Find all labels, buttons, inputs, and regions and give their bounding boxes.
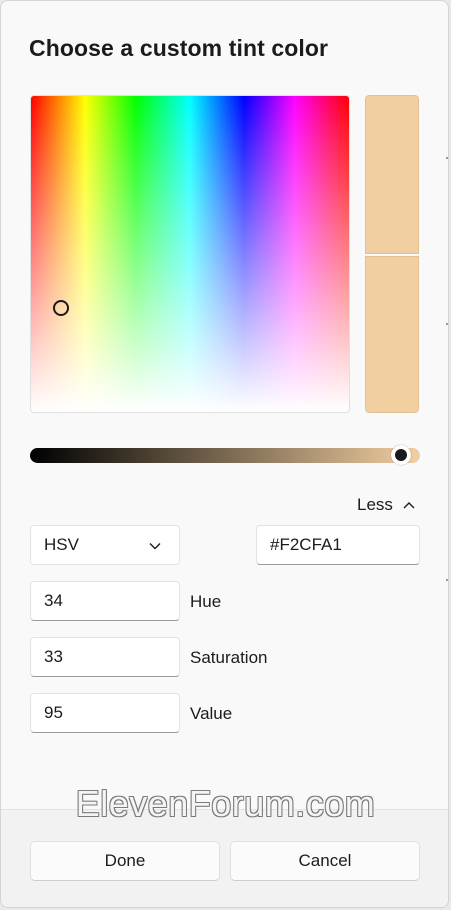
color-preview: [365, 95, 419, 413]
hue-input[interactable]: 34: [30, 581, 180, 621]
more-less-toggle[interactable]: Less: [357, 493, 415, 517]
hue-input-value: 34: [44, 591, 63, 610]
hue-label: Hue: [190, 592, 222, 611]
previous-color-swatch: [365, 256, 419, 413]
edge-mark: [446, 323, 448, 325]
value-input-value: 95: [44, 703, 63, 722]
saturation-input-value: 33: [44, 647, 63, 666]
value-input[interactable]: 95: [30, 693, 180, 733]
hex-input-value: #F2CFA1: [270, 535, 342, 554]
value-slider-track[interactable]: [30, 448, 420, 463]
dialog-footer: Done Cancel: [1, 809, 448, 907]
new-color-swatch: [365, 95, 419, 254]
cancel-button[interactable]: Cancel: [230, 841, 420, 881]
toggle-label: Less: [357, 495, 393, 514]
chevron-up-icon: [403, 501, 415, 509]
hex-input[interactable]: #F2CFA1: [256, 525, 420, 565]
spectrum-selector-handle[interactable]: [53, 299, 70, 316]
color-model-selected: HSV: [44, 535, 79, 554]
saturation-input[interactable]: 33: [30, 637, 180, 677]
color-spectrum[interactable]: [30, 95, 350, 413]
saturation-label: Saturation: [190, 648, 268, 667]
dialog-title: Choose a custom tint color: [29, 35, 329, 61]
edge-mark: [446, 157, 448, 159]
slider-thumb-dot: [394, 449, 407, 461]
color-picker-dialog: Choose a custom tint color Less HSV #F2C…: [0, 0, 449, 908]
chevron-down-icon: [149, 535, 161, 555]
color-model-select[interactable]: HSV: [30, 525, 180, 565]
done-button[interactable]: Done: [30, 841, 220, 881]
value-slider-thumb[interactable]: [390, 445, 411, 465]
value-label: Value: [190, 704, 233, 723]
edge-mark: [446, 579, 448, 581]
